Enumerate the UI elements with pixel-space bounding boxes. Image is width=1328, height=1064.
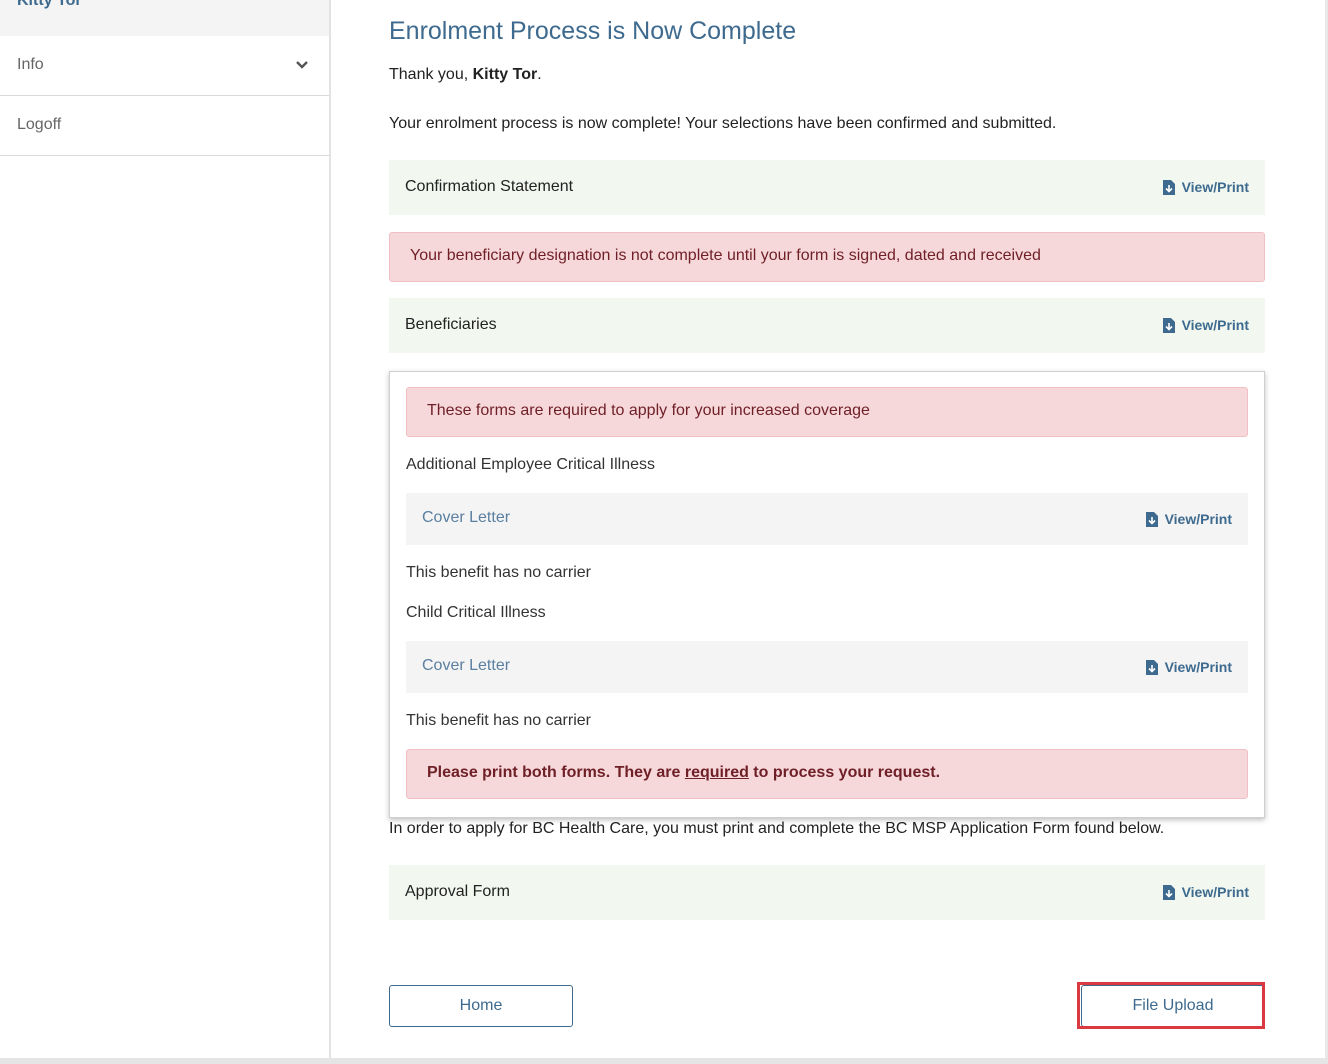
- view-print-button[interactable]: View/Print: [1162, 179, 1249, 195]
- required-forms-alert: These forms are required to apply for yo…: [406, 387, 1248, 437]
- beneficiaries-label: Beneficiaries: [405, 316, 497, 333]
- view-print-button[interactable]: View/Print: [1145, 511, 1232, 527]
- bc-health-text: In order to apply for BC Health Care, yo…: [389, 820, 1165, 837]
- view-print-button[interactable]: View/Print: [1162, 317, 1249, 333]
- user-name-bold: Kitty Tor: [472, 66, 538, 83]
- cover-letter-row: Cover Letter View/Print: [406, 493, 1248, 545]
- download-file-icon: [1145, 511, 1158, 527]
- user-name: Kitty Tor: [17, 0, 82, 9]
- download-file-icon: [1145, 659, 1158, 675]
- cover-letter-link[interactable]: Cover Letter: [422, 509, 510, 527]
- horizontal-scrollbar[interactable]: [0, 1058, 1328, 1064]
- required-forms-card: These forms are required to apply for yo…: [389, 371, 1265, 818]
- sidebar: Kitty Tor Info Logoff: [0, 0, 331, 1058]
- cover-letter-link[interactable]: Cover Letter: [422, 657, 510, 675]
- view-print-button[interactable]: View/Print: [1162, 884, 1249, 900]
- sidebar-item-logoff[interactable]: Logoff: [0, 96, 329, 156]
- sidebar-item-label: Info: [17, 56, 44, 73]
- required-link[interactable]: required: [685, 764, 749, 781]
- benefit-title: Child Critical Illness: [406, 604, 546, 621]
- download-file-icon: [1162, 179, 1175, 195]
- sidebar-item-label: Logoff: [17, 116, 62, 133]
- download-file-icon: [1162, 317, 1175, 333]
- beneficiaries-row: Beneficiaries View/Print: [389, 298, 1265, 353]
- home-button[interactable]: Home: [389, 985, 573, 1027]
- approval-form-row: Approval Form View/Print: [389, 865, 1265, 920]
- approval-form-label: Approval Form: [405, 883, 510, 900]
- sidebar-user-header: Kitty Tor: [0, 0, 329, 36]
- print-forms-alert: Please print both forms. They are requir…: [406, 749, 1248, 799]
- no-carrier-text: This benefit has no carrier: [406, 564, 591, 581]
- beneficiary-alert: Your beneficiary designation is not comp…: [389, 232, 1265, 282]
- highlight-box: [1077, 982, 1265, 1029]
- benefit-title: Additional Employee Critical Illness: [406, 456, 655, 473]
- chevron-down-icon: [296, 61, 308, 69]
- sidebar-item-info[interactable]: Info: [0, 36, 329, 96]
- download-file-icon: [1162, 884, 1175, 900]
- view-print-button[interactable]: View/Print: [1145, 659, 1232, 675]
- confirmation-statement-label: Confirmation Statement: [405, 178, 574, 195]
- no-carrier-text: This benefit has no carrier: [406, 712, 591, 729]
- page-title: Enrolment Process is Now Complete: [389, 17, 797, 45]
- confirmation-statement-row: Confirmation Statement View/Print: [389, 160, 1265, 215]
- thank-you-text: Thank you, Kitty Tor.: [389, 66, 542, 83]
- complete-message: Your enrolment process is now complete! …: [389, 115, 1057, 132]
- cover-letter-row: Cover Letter View/Print: [406, 641, 1248, 693]
